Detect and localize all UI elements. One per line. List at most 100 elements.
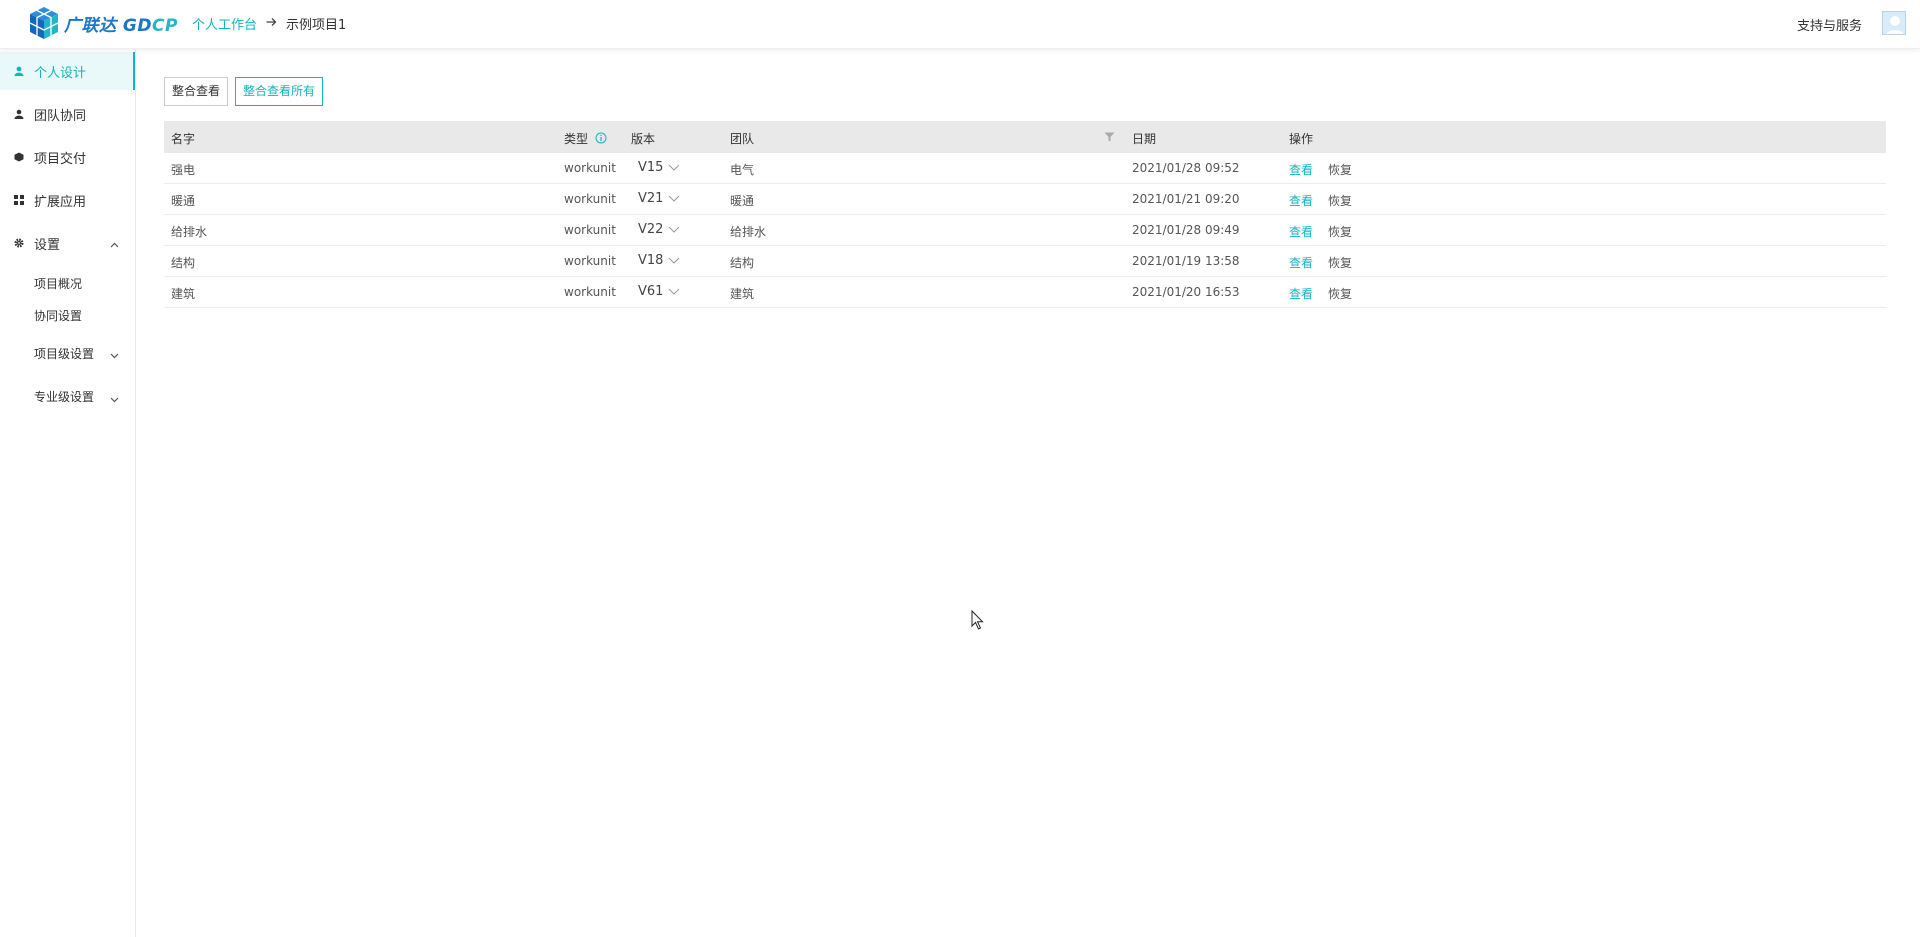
gear-icon: [14, 238, 24, 248]
row-name: 结构: [171, 256, 196, 270]
table-row: 结构 workunit V18 结构 2021/01/19 13:58 查看 恢…: [164, 246, 1886, 277]
merge-view-all-button[interactable]: 整合查看所有: [235, 77, 324, 106]
column-header-team[interactable]: 团队: [730, 130, 754, 147]
row-team: 建筑: [730, 287, 755, 301]
user-avatar-icon: [1883, 12, 1905, 34]
version-dropdown[interactable]: V22: [638, 222, 680, 237]
mouse-cursor-icon: [971, 609, 985, 633]
grid-icon: [14, 195, 24, 205]
user-icon: [14, 66, 24, 76]
models-table: 名字 类型 版本 团队 日期 操作 强电 workunit V15 电气 202…: [164, 121, 1886, 308]
column-header-date[interactable]: 日期: [1132, 130, 1156, 147]
row-type: workunit: [564, 285, 616, 299]
arrow-right-icon: [266, 16, 277, 31]
row-date: 2021/01/28 09:49: [1132, 223, 1240, 237]
sidebar-item-label: 设置: [34, 237, 61, 253]
chevron-down-icon: [669, 195, 680, 202]
row-team: 暖通: [730, 194, 755, 208]
chevron-down-icon: [669, 226, 680, 233]
sidebar-subitem-project-level[interactable]: 项目级设置: [0, 331, 135, 375]
row-type: workunit: [564, 223, 616, 237]
app-logo[interactable]: 广联达 GDCP: [28, 5, 178, 41]
version-value: V15: [638, 160, 664, 175]
sidebar-subitem-collab-settings[interactable]: 协同设置: [0, 299, 135, 331]
chevron-down-icon: [669, 257, 680, 264]
version-dropdown[interactable]: V21: [638, 191, 680, 206]
chevron-down-icon: [669, 164, 680, 171]
column-header-version[interactable]: 版本: [631, 130, 655, 147]
chevron-up-icon: [110, 237, 119, 252]
row-date: 2021/01/21 09:20: [1132, 192, 1240, 206]
chevron-down-icon: [110, 348, 119, 362]
version-value: V21: [638, 191, 664, 206]
filter-icon[interactable]: [1104, 131, 1115, 145]
row-name: 给排水: [171, 225, 208, 239]
sidebar-item-label: 扩展应用: [34, 194, 87, 210]
restore-link[interactable]: 恢复: [1328, 285, 1352, 302]
table-row: 建筑 workunit V61 建筑 2021/01/20 16:53 查看 恢…: [164, 277, 1886, 308]
version-value: V18: [638, 253, 664, 268]
sidebar: 个人设计 团队协同 项目交付 扩展应用 设置 项目概况 协同设置 项目级设置 专…: [0, 49, 136, 937]
sidebar-subitem-discipline-level[interactable]: 专业级设置: [0, 375, 135, 417]
top-header: 广联达 GDCP 个人工作台 示例项目1 支持与服务: [0, 0, 1920, 49]
sidebar-item-team-collab[interactable]: 团队协同: [0, 95, 135, 133]
sidebar-item-label: 个人设计: [34, 65, 87, 81]
table-body: 强电 workunit V15 电气 2021/01/28 09:52 查看 恢…: [164, 153, 1886, 308]
view-link[interactable]: 查看: [1289, 161, 1313, 178]
version-dropdown[interactable]: V18: [638, 253, 680, 268]
column-header-name[interactable]: 名字: [171, 130, 195, 147]
version-dropdown[interactable]: V15: [638, 160, 680, 175]
restore-link[interactable]: 恢复: [1328, 192, 1352, 209]
sidebar-item-extensions[interactable]: 扩展应用: [0, 181, 135, 219]
version-value: V22: [638, 222, 664, 237]
row-team: 电气: [730, 163, 755, 177]
version-dropdown[interactable]: V61: [638, 284, 680, 299]
breadcrumb-current-project: 示例项目1: [286, 18, 347, 33]
sidebar-item-settings[interactable]: 设置: [0, 224, 135, 262]
view-link[interactable]: 查看: [1289, 223, 1313, 240]
avatar[interactable]: [1882, 11, 1906, 35]
restore-link[interactable]: 恢复: [1328, 223, 1352, 240]
row-date: 2021/01/28 09:52: [1132, 161, 1240, 175]
sidebar-item-personal-design[interactable]: 个人设计: [0, 52, 135, 90]
merge-view-button[interactable]: 整合查看: [164, 77, 229, 106]
breadcrumb: 个人工作台 示例项目1: [192, 14, 346, 33]
restore-link[interactable]: 恢复: [1328, 254, 1352, 271]
table-header: 名字 类型 版本 团队 日期 操作: [164, 121, 1886, 153]
row-name: 暖通: [171, 194, 196, 208]
row-name: 强电: [171, 163, 196, 177]
sidebar-subitem-label: 专业级设置: [34, 389, 95, 404]
restore-link[interactable]: 恢复: [1328, 161, 1352, 178]
chevron-down-icon: [110, 392, 119, 406]
row-date: 2021/01/19 13:58: [1132, 254, 1240, 268]
table-row: 暖通 workunit V21 暖通 2021/01/21 09:20 查看 恢…: [164, 184, 1886, 215]
row-team: 结构: [730, 256, 755, 270]
sidebar-item-project-delivery[interactable]: 项目交付: [0, 138, 135, 176]
sidebar-subitem-label: 项目级设置: [34, 346, 95, 361]
support-link[interactable]: 支持与服务: [1797, 15, 1862, 34]
row-name: 建筑: [171, 287, 196, 301]
chevron-down-icon: [669, 288, 680, 295]
view-link[interactable]: 查看: [1289, 285, 1313, 302]
logo-text: 广联达 GDCP: [64, 15, 178, 36]
breadcrumb-workspace-link[interactable]: 个人工作台: [192, 14, 257, 33]
column-header-type-label: 类型: [564, 132, 589, 146]
table-row: 给排水 workunit V22 给排水 2021/01/28 09:49 查看…: [164, 215, 1886, 246]
view-link[interactable]: 查看: [1289, 254, 1313, 271]
column-header-type: 类型: [564, 130, 607, 147]
table-row: 强电 workunit V15 电气 2021/01/28 09:52 查看 恢…: [164, 153, 1886, 184]
row-date: 2021/01/20 16:53: [1132, 285, 1240, 299]
row-type: workunit: [564, 192, 616, 206]
logo-cube-icon: [29, 7, 59, 39]
sidebar-subitem-project-overview[interactable]: 项目概况: [0, 267, 135, 299]
row-type: workunit: [564, 161, 616, 175]
row-team: 给排水: [730, 225, 767, 239]
version-value: V61: [638, 284, 664, 299]
row-type: workunit: [564, 254, 616, 268]
delivery-icon: [14, 152, 24, 162]
column-header-actions: 操作: [1289, 132, 1314, 146]
view-link[interactable]: 查看: [1289, 192, 1313, 209]
team-icon: [14, 109, 24, 119]
sidebar-item-label: 团队协同: [34, 108, 87, 124]
info-icon[interactable]: [595, 132, 607, 144]
